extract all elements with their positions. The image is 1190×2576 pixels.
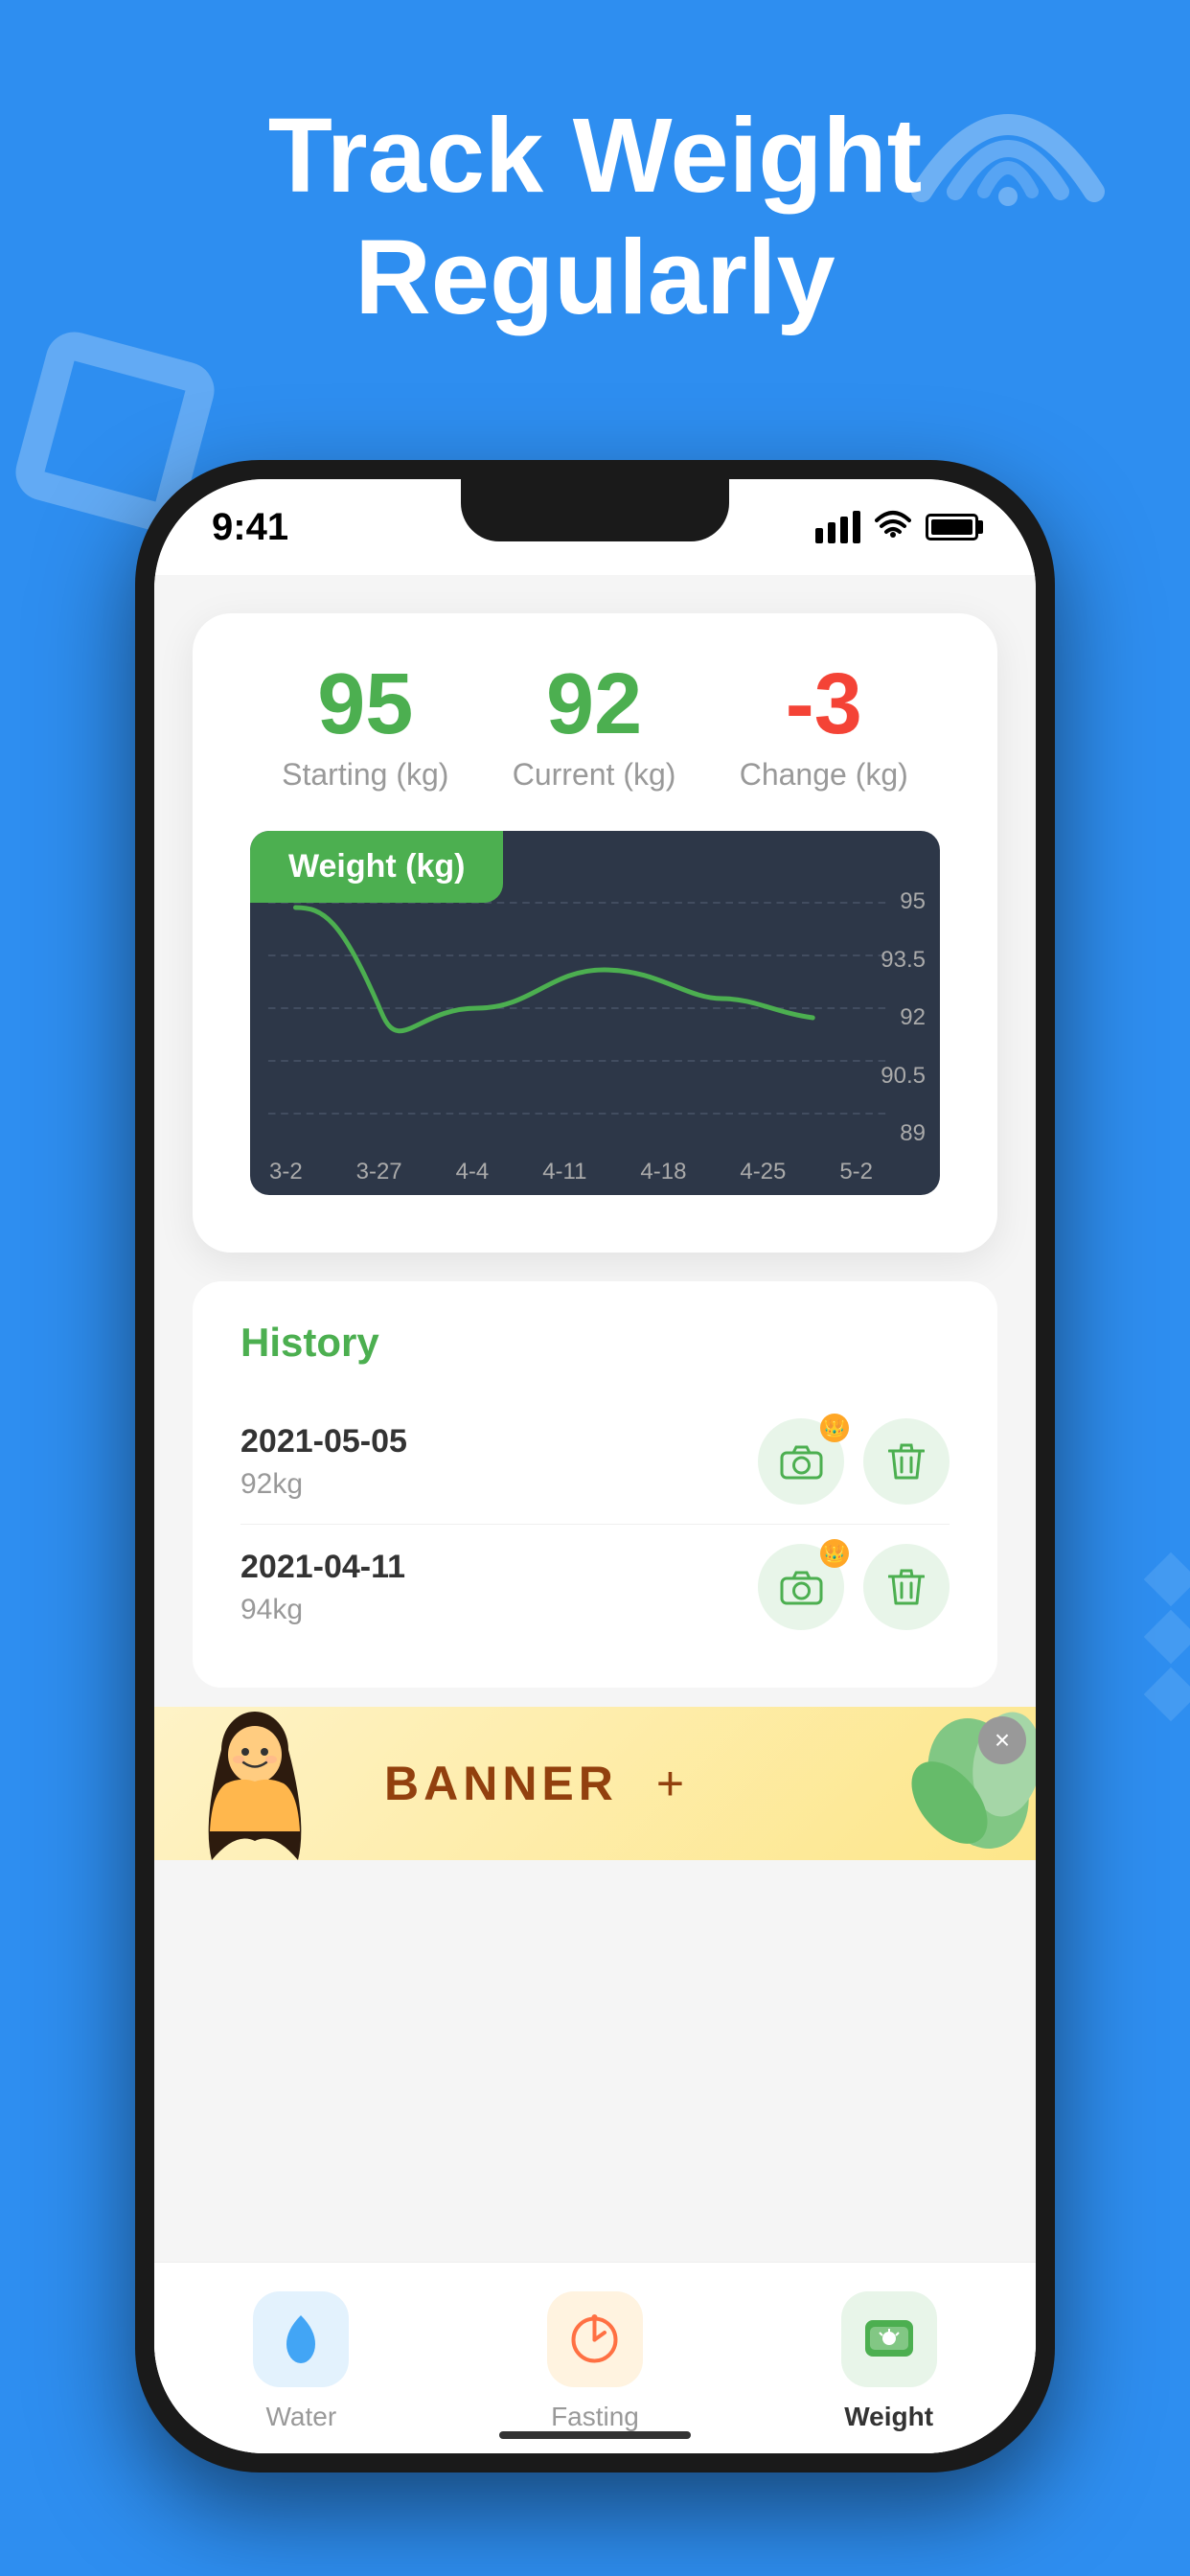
- header-title: Track Weight Regularly: [0, 96, 1190, 338]
- history-info-1: 2021-05-05 92kg: [240, 1423, 407, 1501]
- history-item: 2021-05-05 92kg 👑: [240, 1399, 950, 1525]
- phone-notch: [461, 479, 729, 541]
- banner-plus-icon: +: [656, 1756, 684, 1811]
- chart-x-label-418: 4-18: [640, 1159, 686, 1185]
- camera-icon-1: [780, 1443, 823, 1480]
- stat-current: 92 Current (kg): [513, 661, 676, 793]
- chart-x-label-327: 3-27: [356, 1159, 402, 1185]
- chart-x-label-425: 4-25: [740, 1159, 786, 1185]
- weight-chart: Weight (kg) 95: [250, 831, 940, 1195]
- camera-icon-2: [780, 1569, 823, 1605]
- bg-diamonds: [1152, 1560, 1190, 1714]
- stats-card: 95 Starting (kg) 92 Current (kg) -3 Chan…: [193, 613, 997, 1253]
- chart-x-label-44: 4-4: [456, 1159, 490, 1185]
- chart-x-label-32: 3-2: [269, 1159, 303, 1185]
- history-item-2: 2021-04-11 94kg 👑: [240, 1525, 950, 1649]
- chart-y-label-89: 89: [881, 1120, 926, 1147]
- camera-button-2[interactable]: 👑: [758, 1544, 844, 1630]
- wifi-icon: [875, 509, 911, 546]
- chart-y-label-905: 90.5: [881, 1063, 926, 1090]
- banner-girl-icon: [183, 1707, 327, 1860]
- phone-frame: 9:41: [135, 460, 1055, 2472]
- chart-x-label-411: 4-11: [542, 1159, 586, 1185]
- chart-y-label-92: 92: [881, 1004, 926, 1031]
- delete-button-2[interactable]: [863, 1544, 950, 1630]
- chart-y-labels: 95 93.5 92 90.5 89: [881, 831, 926, 1147]
- tab-fasting-label: Fasting: [551, 2402, 639, 2432]
- status-time: 9:41: [212, 506, 288, 549]
- battery-icon: [926, 514, 978, 540]
- tab-fasting[interactable]: Fasting: [499, 2291, 691, 2432]
- current-value: 92: [513, 661, 676, 748]
- trash-icon-2: [888, 1567, 925, 1607]
- history-section: History 2021-05-05 92kg 👑: [193, 1281, 997, 1688]
- tab-water[interactable]: Water: [205, 2291, 397, 2432]
- screen-content: 95 Starting (kg) 92 Current (kg) -3 Chan…: [154, 575, 1036, 2453]
- starting-value: 95: [282, 661, 448, 748]
- tab-fasting-icon: [547, 2291, 643, 2387]
- signal-bars-icon: [815, 511, 860, 543]
- history-weight-1: 92kg: [240, 1468, 407, 1501]
- chart-label: Weight (kg): [250, 831, 503, 903]
- tab-bar: Water Fasting: [154, 2262, 1036, 2453]
- history-actions-2: 👑: [758, 1544, 950, 1630]
- history-weight-2: 94kg: [240, 1594, 405, 1626]
- tab-water-icon: [253, 2291, 349, 2387]
- chart-x-label-52: 5-2: [839, 1159, 873, 1185]
- trash-icon-1: [888, 1441, 925, 1482]
- chart-y-label-935: 93.5: [881, 947, 926, 974]
- current-label: Current (kg): [513, 757, 676, 793]
- stats-row: 95 Starting (kg) 92 Current (kg) -3 Chan…: [250, 661, 940, 793]
- tab-weight[interactable]: Weight: [793, 2291, 985, 2432]
- phone-screen: 9:41: [154, 479, 1036, 2453]
- history-date-1: 2021-05-05: [240, 1423, 407, 1460]
- delete-button-1[interactable]: [863, 1418, 950, 1505]
- title-line1: Track Weight: [268, 97, 923, 215]
- status-icons: [815, 509, 978, 546]
- tab-weight-icon: [841, 2291, 937, 2387]
- change-value: -3: [740, 661, 908, 748]
- history-title: History: [240, 1320, 950, 1366]
- tab-weight-label: Weight: [844, 2402, 933, 2432]
- stat-starting: 95 Starting (kg): [282, 661, 448, 793]
- history-actions-1: 👑: [758, 1418, 950, 1505]
- history-date-2: 2021-04-11: [240, 1549, 405, 1586]
- chart-x-labels: 3-2 3-27 4-4 4-11 4-18 4-25 5-2: [269, 1159, 873, 1185]
- stat-change: -3 Change (kg): [740, 661, 908, 793]
- change-label: Change (kg): [740, 757, 908, 793]
- camera-button-1[interactable]: 👑: [758, 1418, 844, 1505]
- crown-badge-1: 👑: [820, 1414, 849, 1442]
- banner-close-button[interactable]: ×: [978, 1716, 1026, 1764]
- tab-water-label: Water: [266, 2402, 337, 2432]
- chart-y-label-95: 95: [881, 888, 926, 915]
- banner: BANNER + ×: [154, 1707, 1036, 1860]
- history-info-2: 2021-04-11 94kg: [240, 1549, 405, 1626]
- banner-text: BANNER: [384, 1756, 618, 1811]
- crown-badge-2: 👑: [820, 1539, 849, 1568]
- starting-label: Starting (kg): [282, 757, 448, 793]
- title-line2: Regularly: [355, 218, 835, 336]
- home-indicator: [499, 2431, 691, 2439]
